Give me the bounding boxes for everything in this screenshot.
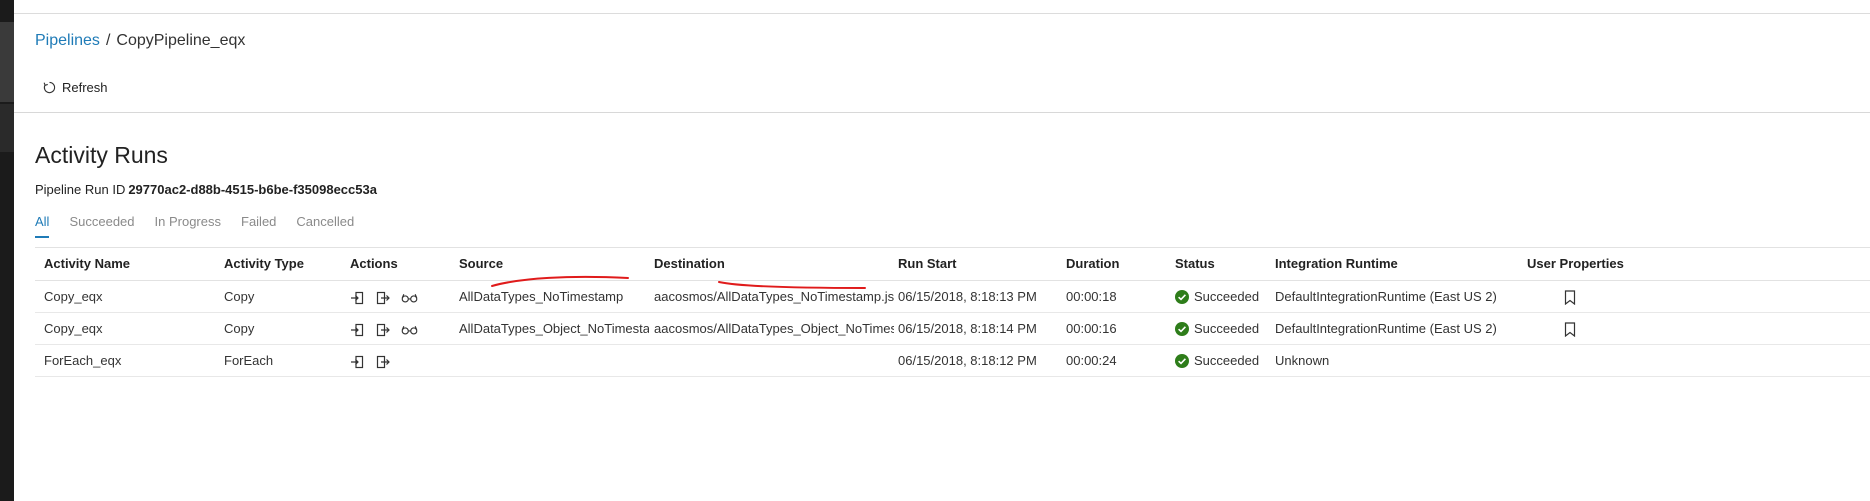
input-icon[interactable] (350, 313, 364, 344)
table-row[interactable]: Copy_eqx Copy AllDataTypes_NoTimestamp a… (35, 281, 1870, 313)
run-id-value: 29770ac2-d88b-4515-b6be-f35098ecc53a (128, 182, 377, 197)
top-strip (14, 0, 1870, 14)
bookmark-icon[interactable] (1564, 281, 1576, 312)
status-badge: Succeeded (1175, 313, 1275, 344)
integration-runtime: DefaultIntegrationRuntime (East US 2) (1275, 289, 1497, 304)
run-start: 06/15/2018, 8:18:12 PM (898, 353, 1037, 368)
source: AllDataTypes_NoTimestamp (459, 289, 624, 304)
output-icon[interactable] (376, 281, 390, 312)
status-tabs: All Succeeded In Progress Failed Cancell… (35, 214, 374, 238)
success-check-icon (1175, 353, 1189, 368)
actions-cell (350, 281, 455, 312)
activity-name: ForEach_eqx (44, 353, 122, 368)
column-header-integration-runtime[interactable]: Integration Runtime (1275, 248, 1515, 280)
integration-runtime: Unknown (1275, 353, 1330, 368)
tab-cancelled[interactable]: Cancelled (296, 214, 354, 238)
details-glasses-icon[interactable] (401, 313, 418, 344)
source: AllDataTypes_Object_NoTimestamp (459, 321, 649, 336)
column-header-activity-type[interactable]: Activity Type (224, 248, 344, 280)
breadcrumb: Pipelines / CopyPipeline_eqx (35, 32, 245, 50)
activity-type: ForEach (224, 353, 274, 368)
sidebar-segment (0, 104, 14, 152)
status-text: Succeeded (1194, 289, 1260, 304)
main-content: Pipelines / CopyPipeline_eqx Refresh Activ… (14, 14, 1870, 501)
column-header-destination[interactable]: Destination (654, 248, 894, 280)
column-header-user-properties[interactable]: User Properties (1527, 248, 1667, 280)
activity-name: Copy_eqx (44, 289, 103, 304)
status-badge: Succeeded (1175, 345, 1275, 376)
output-icon[interactable] (376, 345, 390, 376)
actions-cell (350, 313, 455, 344)
tab-failed[interactable]: Failed (241, 214, 276, 238)
output-icon[interactable] (376, 313, 390, 344)
activity-type: Copy (224, 321, 255, 336)
refresh-icon (43, 81, 56, 94)
column-header-actions: Actions (350, 256, 398, 271)
duration: 00:00:18 (1066, 289, 1117, 304)
left-sidebar (0, 0, 14, 501)
tab-in-progress[interactable]: In Progress (155, 214, 221, 238)
bookmark-icon[interactable] (1564, 313, 1576, 344)
breadcrumb-pipelines-link[interactable]: Pipelines (35, 32, 100, 49)
column-header-source[interactable]: Source (459, 248, 649, 280)
table-row[interactable]: ForEach_eqx ForEach 06/15/2018, 8:18:12 … (35, 345, 1870, 377)
tab-all[interactable]: All (35, 214, 50, 238)
sidebar-segment (0, 22, 14, 102)
pipeline-run-id: Pipeline Run ID 29770ac2-d88b-4515-b6be-f… (35, 182, 377, 197)
column-header-run-start[interactable]: Run Start (898, 248, 1063, 280)
status-text: Succeeded (1194, 353, 1260, 368)
destination: aacosmos/AllDataTypes_Object_NoTimestamp… (654, 321, 894, 336)
breadcrumb-separator: / (105, 32, 111, 49)
integration-runtime: DefaultIntegrationRuntime (East US 2) (1275, 321, 1497, 336)
page-title: Activity Runs (35, 142, 168, 168)
activity-name: Copy_eqx (44, 321, 103, 336)
destination: aacosmos/AllDataTypes_NoTimestamp.json (654, 289, 894, 304)
run-start: 06/15/2018, 8:18:13 PM (898, 289, 1037, 304)
user-properties-cell (1527, 281, 1667, 312)
duration: 00:00:16 (1066, 321, 1117, 336)
run-id-label: Pipeline Run ID (35, 182, 126, 197)
divider (14, 112, 1870, 113)
column-header-activity-name[interactable]: Activity Name (44, 248, 214, 280)
column-header-duration[interactable]: Duration (1066, 248, 1171, 280)
table-row[interactable]: Copy_eqx Copy AllDataTypes_Object_NoTime… (35, 313, 1870, 345)
success-check-icon (1175, 321, 1189, 336)
duration: 00:00:24 (1066, 353, 1117, 368)
success-check-icon (1175, 289, 1189, 304)
activity-type: Copy (224, 289, 255, 304)
activity-runs-table: Activity Name Activity Type Actions Sour… (35, 247, 1870, 377)
breadcrumb-current: CopyPipeline_eqx (116, 32, 246, 49)
table-header: Activity Name Activity Type Actions Sour… (35, 247, 1870, 281)
tab-succeeded[interactable]: Succeeded (69, 214, 134, 238)
actions-cell (350, 345, 455, 376)
user-properties-cell (1527, 313, 1667, 344)
details-glasses-icon[interactable] (401, 281, 418, 312)
refresh-label: Refresh (62, 80, 108, 95)
run-start: 06/15/2018, 8:18:14 PM (898, 321, 1037, 336)
status-text: Succeeded (1194, 321, 1260, 336)
input-icon[interactable] (350, 345, 364, 376)
column-header-status[interactable]: Status (1175, 248, 1275, 280)
refresh-button[interactable]: Refresh (43, 80, 108, 95)
status-badge: Succeeded (1175, 281, 1275, 312)
input-icon[interactable] (350, 281, 364, 312)
